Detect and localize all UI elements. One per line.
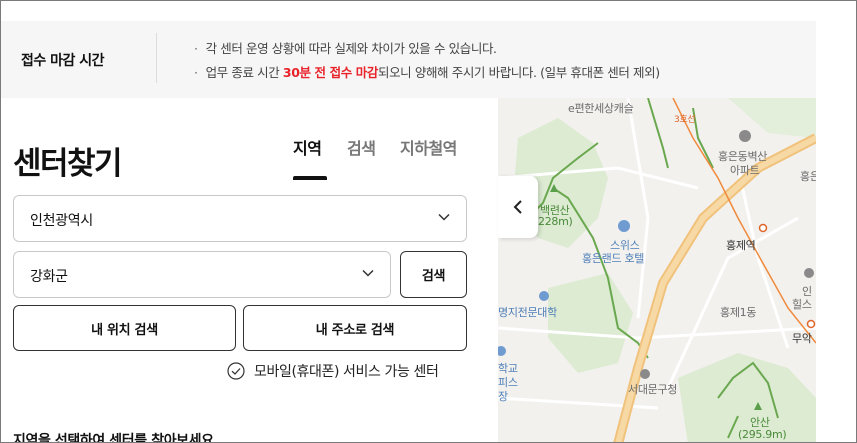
map-label: 228m) [538,215,573,228]
map-label: 홍은랜드 호텔 [582,252,645,265]
station-marker[interactable] [806,319,816,329]
tab-active-indicator [293,176,327,180]
map-label: 무악 [792,332,812,345]
map-label: 아파트 [730,164,760,177]
map-label: 홍제역 [726,239,756,252]
page-frame: 접수 마감 시간 각 센터 운영 상황에 따라 실제와 차이가 있을 수 있습니… [0,0,857,443]
office-marker[interactable] [640,369,650,379]
district-select[interactable]: 강화군 [13,251,391,298]
map-label: 장 [498,390,508,403]
tab-search[interactable]: 검색 [347,135,376,159]
map-label: 힐스 [792,298,812,311]
chevron-down-icon [438,213,450,221]
notice-divider [156,33,157,83]
map-label: 명지전문대학 [498,306,557,319]
map-label: 3호선 [674,115,696,125]
page-title: 센터찾기 [13,146,123,182]
map-view[interactable]: e편한세상캐슬 3호선 홍은동벽산 아파트 홍은 백련산 228m) 스위스 홍… [498,98,816,442]
hotel-marker[interactable] [618,220,630,232]
notice-highlight: 30분 전 접수 마감 [282,65,378,80]
instruction-text: 지역을 선택하여 센터를 찾아보세요 [13,433,214,443]
map-label: 홍은 [800,170,816,183]
check-circle-icon[interactable] [227,362,245,380]
search-button[interactable]: 검색 [400,251,467,298]
notice-item: 업무 종료 시간 30분 전 접수 마감되오니 양해해 주시기 바랍니다. (일… [194,61,661,85]
notice-text: 되오니 양해해 주시기 바랍니다. (일부 휴대폰 센터 제외) [377,65,660,80]
college-marker[interactable] [539,291,549,301]
map-collapse-button[interactable] [498,176,538,238]
mobile-service-filter[interactable]: 모바일(휴대폰) 서비스 가능 센터 [227,361,439,381]
region-select[interactable]: 인천광역시 [13,195,467,242]
notice-list: 각 센터 운영 상황에 따라 실제와 차이가 있을 수 있습니다. 업무 종료 … [194,37,661,85]
school-marker[interactable] [498,346,506,356]
map-label: 홍제1동 [720,306,757,319]
tab-region[interactable]: 지역 [293,135,322,159]
notice-item: 각 센터 운영 상황에 따라 실제와 차이가 있을 수 있습니다. [194,37,660,61]
my-location-button[interactable]: 내 위치 검색 [13,305,236,351]
apartment-marker[interactable] [739,130,751,142]
region-select-value: 인천광역시 [30,213,93,229]
district-select-value: 강화군 [30,269,68,285]
notice-title: 접수 마감 시간 [21,53,105,69]
my-address-button[interactable]: 내 주소로 검색 [243,305,467,351]
mobile-service-label: 모바일(휴대폰) 서비스 가능 센터 [254,364,439,380]
park-area [548,273,633,373]
search-tabs: 지역 검색 지하철역 [293,135,473,180]
map-label: e편한세상캐슬 [568,102,634,115]
notice-text: 업무 종료 시간 [205,65,283,80]
map-label: (295.9m) [738,428,787,441]
map-label: 서대문구청 [628,383,678,396]
tab-subway[interactable]: 지하철역 [400,135,457,159]
station-marker[interactable] [758,223,768,233]
chevron-down-icon [362,269,374,277]
chevron-left-icon [513,200,522,214]
building-marker[interactable] [804,268,814,278]
notice-bar: 접수 마감 시간 각 센터 운영 상황에 따라 실제와 차이가 있을 수 있습니… [1,21,816,98]
